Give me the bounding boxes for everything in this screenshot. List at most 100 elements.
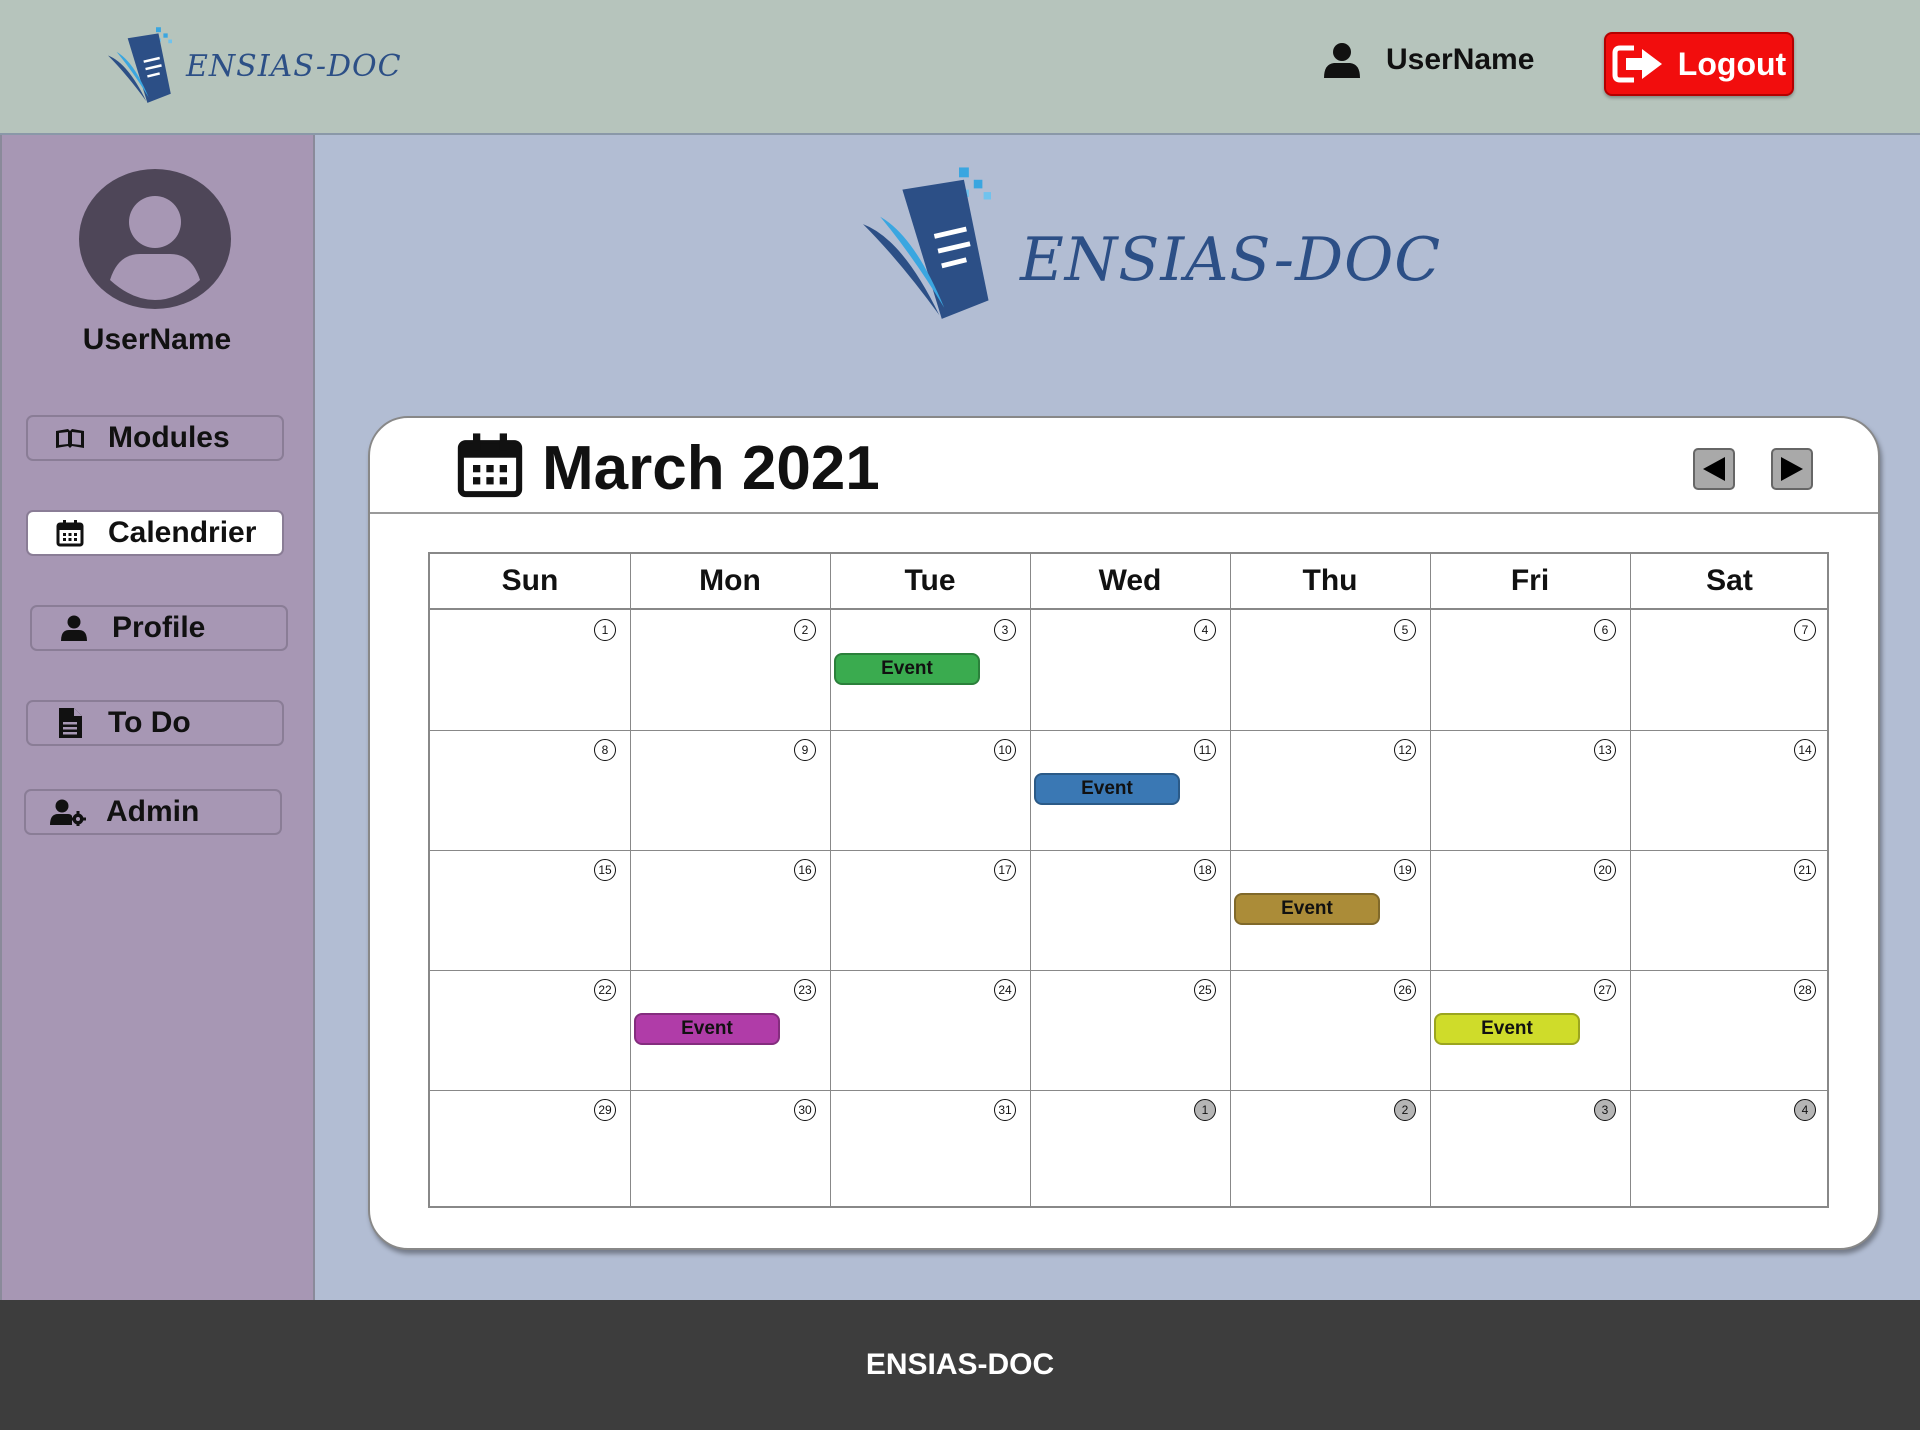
calendar-header: March 2021 xyxy=(370,418,1878,514)
day-number: 8 xyxy=(594,739,616,761)
day-cell[interactable]: 3 xyxy=(1430,1090,1630,1210)
day-number: 15 xyxy=(594,859,616,881)
calendar-card: March 2021 Sun Mon Tue Wed Thu Fri Sat 1… xyxy=(368,416,1880,1250)
event-chip[interactable]: Event xyxy=(1034,773,1180,805)
day-cell[interactable]: 4 xyxy=(1030,610,1230,730)
day-cell[interactable]: 20 xyxy=(1430,850,1630,970)
day-number: 2 xyxy=(794,619,816,641)
logo-icon xyxy=(108,27,172,103)
day-number: 24 xyxy=(994,979,1016,1001)
day-number: 14 xyxy=(1794,739,1816,761)
day-number: 12 xyxy=(1394,739,1416,761)
day-number: 1 xyxy=(1194,1099,1216,1121)
day-number: 21 xyxy=(1794,859,1816,881)
day-number: 25 xyxy=(1194,979,1216,1001)
weekday-header: Tue xyxy=(830,554,1030,610)
day-number: 11 xyxy=(1194,739,1216,761)
calendar-grid: Sun Mon Tue Wed Thu Fri Sat 1 2 3 Event 4 5 6 7… xyxy=(428,552,1829,1208)
day-cell[interactable]: 27 Event xyxy=(1430,970,1630,1090)
document-icon xyxy=(50,707,90,739)
user-icon xyxy=(54,614,94,642)
day-cell[interactable]: 30 xyxy=(630,1090,830,1210)
logout-button[interactable]: Logout xyxy=(1604,32,1794,96)
day-number: 10 xyxy=(994,739,1016,761)
day-number: 4 xyxy=(1794,1099,1816,1121)
day-cell[interactable]: 7 xyxy=(1630,610,1830,730)
day-cell[interactable]: 25 xyxy=(1030,970,1230,1090)
day-cell[interactable]: 18 xyxy=(1030,850,1230,970)
day-cell[interactable]: 24 xyxy=(830,970,1030,1090)
book-icon xyxy=(50,426,90,450)
day-number: 3 xyxy=(994,619,1016,641)
day-cell[interactable]: 29 xyxy=(430,1090,630,1210)
day-cell[interactable]: 17 xyxy=(830,850,1030,970)
sidebar-item-todo[interactable]: To Do xyxy=(26,700,284,746)
day-number: 22 xyxy=(594,979,616,1001)
day-cell[interactable]: 10 xyxy=(830,730,1030,850)
sidebar-item-profile[interactable]: Profile xyxy=(30,605,288,651)
day-cell[interactable]: 9 xyxy=(630,730,830,850)
day-cell[interactable]: 15 xyxy=(430,850,630,970)
footer: ENSIAS-DOC xyxy=(0,1300,1920,1430)
day-cell[interactable]: 8 xyxy=(430,730,630,850)
weekday-header: Thu xyxy=(1230,554,1430,610)
day-cell[interactable]: 11 Event xyxy=(1030,730,1230,850)
user-gear-icon xyxy=(48,798,88,826)
day-cell[interactable]: 6 xyxy=(1430,610,1630,730)
event-chip[interactable]: Event xyxy=(1434,1013,1580,1045)
sidebar-username: UserName xyxy=(82,323,232,356)
day-cell[interactable]: 19 Event xyxy=(1230,850,1430,970)
sidebar-item-admin[interactable]: Admin xyxy=(24,789,282,835)
sign-out-icon xyxy=(1612,45,1662,83)
day-cell[interactable]: 21 xyxy=(1630,850,1830,970)
header-user[interactable]: UserName xyxy=(1322,40,1534,80)
next-month-button[interactable] xyxy=(1771,448,1813,490)
day-cell[interactable]: 2 xyxy=(1230,1090,1430,1210)
calendar-icon xyxy=(50,519,90,547)
header-logo[interactable]: ENSIAS-DOC xyxy=(100,26,402,106)
day-number: 26 xyxy=(1394,979,1416,1001)
day-number: 31 xyxy=(994,1099,1016,1121)
header-brand-text: ENSIAS-DOC xyxy=(186,48,402,84)
day-cell[interactable]: 26 xyxy=(1230,970,1430,1090)
day-number: 13 xyxy=(1594,739,1616,761)
sidebar-item-label: Calendrier xyxy=(108,516,257,549)
day-cell[interactable]: 2 xyxy=(630,610,830,730)
day-cell[interactable]: 1 xyxy=(1030,1090,1230,1210)
prev-month-button[interactable] xyxy=(1693,448,1735,490)
day-number: 29 xyxy=(594,1099,616,1121)
day-cell[interactable]: 12 xyxy=(1230,730,1430,850)
day-cell[interactable]: 4 xyxy=(1630,1090,1830,1210)
weekday-header: Fri xyxy=(1430,554,1630,610)
user-icon xyxy=(1324,43,1360,78)
sidebar-item-calendrier[interactable]: Calendrier xyxy=(26,510,284,556)
day-number: 27 xyxy=(1594,979,1616,1001)
day-number: 17 xyxy=(994,859,1016,881)
event-chip[interactable]: Event xyxy=(834,653,980,685)
day-number: 28 xyxy=(1794,979,1816,1001)
footer-text: ENSIAS-DOC xyxy=(865,1348,1055,1381)
logout-label: Logout xyxy=(1677,45,1787,82)
event-chip[interactable]: Event xyxy=(634,1013,780,1045)
day-cell[interactable]: 28 xyxy=(1630,970,1830,1090)
weekday-header: Wed xyxy=(1030,554,1230,610)
day-cell[interactable]: 13 xyxy=(1430,730,1630,850)
event-chip[interactable]: Event xyxy=(1234,893,1380,925)
sidebar-item-modules[interactable]: Modules xyxy=(26,415,284,461)
day-cell[interactable]: 5 xyxy=(1230,610,1430,730)
day-cell[interactable]: 31 xyxy=(830,1090,1030,1210)
day-cell[interactable]: 16 xyxy=(630,850,830,970)
triangle-right-icon xyxy=(1781,457,1803,481)
day-number: 19 xyxy=(1394,859,1416,881)
day-cell[interactable]: 23 Event xyxy=(630,970,830,1090)
main-logo: ENSIAS-DOC xyxy=(852,165,1441,325)
day-cell[interactable]: 22 xyxy=(430,970,630,1090)
day-number: 20 xyxy=(1594,859,1616,881)
day-number: 16 xyxy=(794,859,816,881)
sidebar-item-label: To Do xyxy=(108,706,191,739)
day-number: 7 xyxy=(1794,619,1816,641)
day-cell[interactable]: 3 Event xyxy=(830,610,1030,730)
day-cell[interactable]: 1 xyxy=(430,610,630,730)
day-cell[interactable]: 14 xyxy=(1630,730,1830,850)
weekday-header: Sun xyxy=(430,554,630,610)
